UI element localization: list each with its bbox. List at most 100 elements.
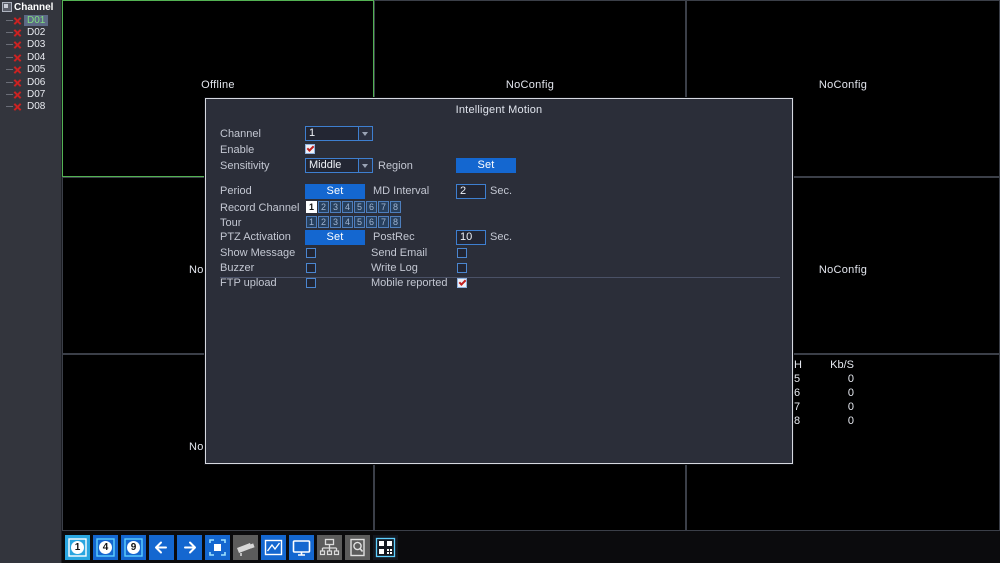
sidebar-item-d05[interactable]: D05 bbox=[0, 64, 61, 76]
view-1-split-icon[interactable]: 1 bbox=[65, 534, 90, 560]
chart-icon[interactable] bbox=[261, 534, 286, 560]
arrow-right-icon[interactable] bbox=[177, 534, 202, 560]
label-ftp-upload: FTP upload bbox=[220, 277, 277, 289]
channel-label: D08 bbox=[27, 101, 46, 113]
sidebar-header-label: Channel bbox=[14, 1, 54, 13]
view-9-split-icon[interactable]: 9 bbox=[121, 534, 146, 560]
label-postrec: PostRec bbox=[373, 231, 415, 243]
view-4-split-icon[interactable]: 4 bbox=[93, 534, 118, 560]
period-set-button[interactable]: Set bbox=[305, 184, 365, 199]
ftp-upload-checkbox[interactable] bbox=[306, 278, 316, 288]
show-message-checkbox[interactable] bbox=[306, 248, 316, 258]
postrec-input[interactable]: 10 bbox=[456, 230, 486, 245]
sidebar-item-d03[interactable]: D03 bbox=[0, 39, 61, 51]
stats-row: 8 0 bbox=[790, 414, 860, 428]
label-show-message: Show Message bbox=[220, 247, 296, 259]
tree-line bbox=[6, 56, 13, 58]
channel-select-value: 1 bbox=[309, 127, 316, 139]
sidebar-item-d08[interactable]: D08 bbox=[0, 101, 61, 113]
record-channel-chip-4[interactable]: 4 bbox=[342, 201, 353, 213]
tour-chip-2[interactable]: 2 bbox=[318, 216, 329, 228]
network-tree-icon[interactable] bbox=[317, 534, 342, 560]
stats-cell-channel: 8 bbox=[794, 415, 801, 427]
view-1-split-label: 1 bbox=[74, 541, 81, 553]
label-md-interval: MD Interval bbox=[373, 185, 430, 197]
label-buzzer: Buzzer bbox=[220, 262, 255, 274]
tree-line bbox=[6, 106, 13, 108]
view-4-split-label: 4 bbox=[102, 541, 109, 553]
write-log-checkbox[interactable] bbox=[457, 263, 467, 273]
sidebar-item-d02[interactable]: D02 bbox=[0, 26, 61, 38]
enable-checkbox[interactable] bbox=[305, 144, 315, 154]
label-region: Region bbox=[378, 160, 413, 172]
channel-label: D05 bbox=[27, 64, 46, 76]
offline-x-icon bbox=[13, 16, 22, 25]
record-channel-chip-1[interactable]: 1 bbox=[306, 201, 317, 213]
tree-line bbox=[6, 19, 13, 21]
sidebar-header: Channel bbox=[0, 0, 61, 13]
record-channel-chip-3[interactable]: 3 bbox=[330, 201, 341, 213]
section-divider bbox=[220, 277, 780, 278]
record-channel-chip-8[interactable]: 8 bbox=[390, 201, 401, 213]
tree-line bbox=[6, 69, 13, 71]
channel-sidebar: Channel D01 D02 D03 D04 D05 D06 D07 D08 bbox=[0, 0, 62, 563]
stats-cell-rate: 0 bbox=[847, 387, 854, 399]
camera-icon[interactable] bbox=[233, 534, 258, 560]
record-channel-chip-5[interactable]: 5 bbox=[354, 201, 365, 213]
stats-header-rate: Kb/S bbox=[830, 359, 854, 371]
label-enable: Enable bbox=[220, 144, 255, 156]
label-mobile-reported: Mobile reported bbox=[371, 277, 448, 289]
pip-window-icon[interactable] bbox=[205, 534, 230, 560]
sidebar-item-d06[interactable]: D06 bbox=[0, 76, 61, 88]
md-interval-input[interactable]: 2 bbox=[456, 184, 486, 199]
record-channel-chip-6[interactable]: 6 bbox=[366, 201, 377, 213]
qr-code-icon[interactable] bbox=[373, 534, 398, 560]
buzzer-checkbox[interactable] bbox=[306, 263, 316, 273]
mobile-reported-checkbox[interactable] bbox=[457, 278, 467, 288]
video-cell-label: NoConfig bbox=[505, 79, 555, 91]
chevron-down-icon[interactable] bbox=[358, 127, 372, 140]
stats-cell-channel: 7 bbox=[794, 401, 801, 413]
label-ptz-activation: PTZ Activation bbox=[220, 231, 291, 243]
video-cell-label: NoConfig bbox=[818, 79, 868, 91]
tour-chip-8[interactable]: 8 bbox=[390, 216, 401, 228]
tour-chip-7[interactable]: 7 bbox=[378, 216, 389, 228]
stats-cell-channel: 5 bbox=[794, 373, 801, 385]
send-email-checkbox[interactable] bbox=[457, 248, 467, 258]
channel-select[interactable]: 1 bbox=[305, 126, 373, 141]
tour-chip-3[interactable]: 3 bbox=[330, 216, 341, 228]
chevron-down-icon[interactable] bbox=[358, 159, 372, 172]
video-cell-label: Offline bbox=[201, 79, 235, 91]
record-channel-chip-2[interactable]: 2 bbox=[318, 201, 329, 213]
tree-line bbox=[6, 81, 13, 83]
sidebar-item-d04[interactable]: D04 bbox=[0, 51, 61, 63]
tour-chip-1[interactable]: 1 bbox=[306, 216, 317, 228]
stats-cell-rate: 0 bbox=[847, 373, 854, 385]
sensitivity-select[interactable]: Middle bbox=[305, 158, 373, 173]
offline-x-icon bbox=[13, 102, 22, 111]
label-sensitivity: Sensitivity bbox=[220, 160, 270, 172]
tour-channel-group: 1 2 3 4 5 6 7 8 bbox=[306, 216, 401, 228]
monitor-icon[interactable] bbox=[289, 534, 314, 560]
view-9-split-label: 9 bbox=[130, 541, 137, 553]
label-tour: Tour bbox=[220, 217, 242, 229]
ptz-set-button[interactable]: Set bbox=[305, 230, 365, 245]
label-write-log: Write Log bbox=[371, 262, 418, 274]
arrow-left-icon[interactable] bbox=[149, 534, 174, 560]
tour-chip-4[interactable]: 4 bbox=[342, 216, 353, 228]
bitrate-stats-overlay: H Kb/S 5 0 6 0 7 0 8 0 bbox=[790, 358, 860, 428]
sidebar-item-d01[interactable]: D01 bbox=[0, 14, 61, 26]
region-set-button[interactable]: Set bbox=[456, 158, 516, 173]
tree-collapse-icon[interactable] bbox=[2, 2, 12, 12]
offline-x-icon bbox=[13, 28, 22, 37]
label-send-email: Send Email bbox=[371, 247, 428, 259]
offline-x-icon bbox=[13, 90, 22, 99]
tour-chip-5[interactable]: 5 bbox=[354, 216, 365, 228]
record-channel-chip-7[interactable]: 7 bbox=[378, 201, 389, 213]
sidebar-item-d07[interactable]: D07 bbox=[0, 88, 61, 100]
stats-header-channel: H bbox=[794, 359, 802, 371]
tour-chip-6[interactable]: 6 bbox=[366, 216, 377, 228]
disk-search-icon[interactable] bbox=[345, 534, 370, 560]
offline-x-icon bbox=[13, 53, 22, 62]
stats-cell-rate: 0 bbox=[847, 401, 854, 413]
